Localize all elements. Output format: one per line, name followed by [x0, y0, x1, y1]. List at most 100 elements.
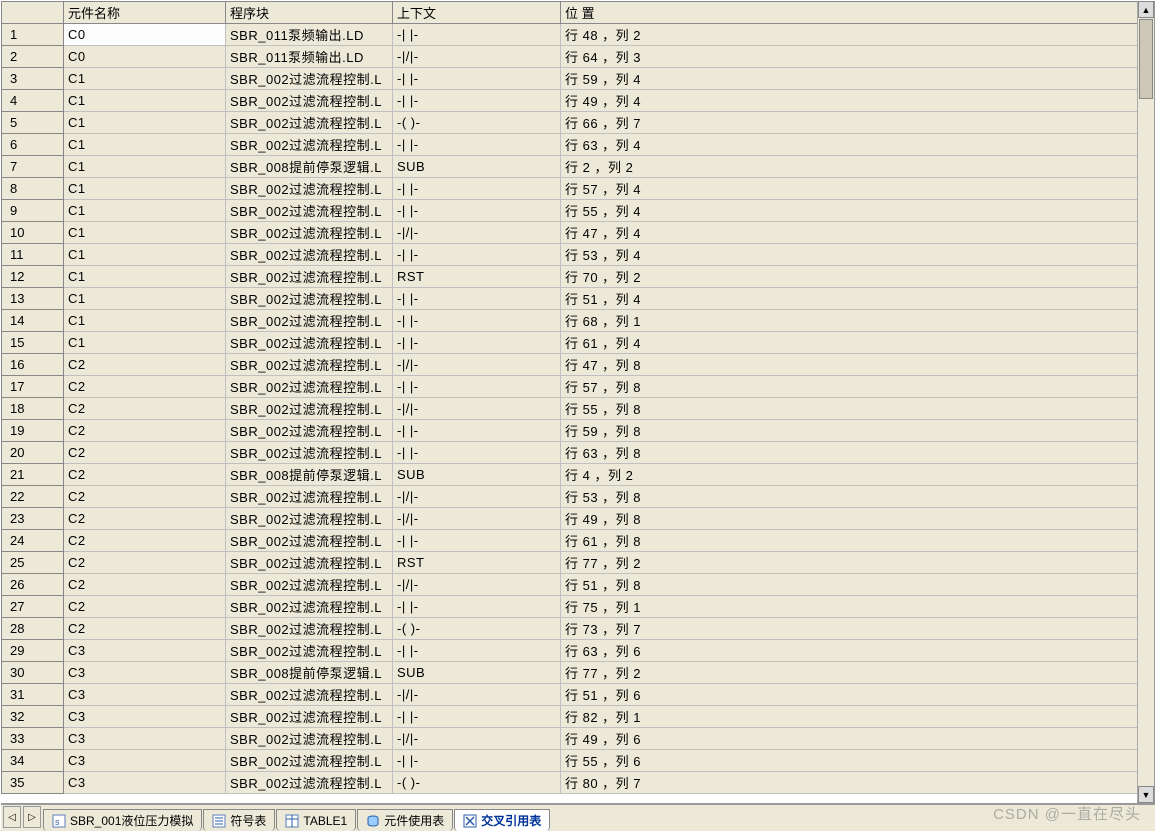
- cell-ctx[interactable]: RST: [393, 266, 561, 288]
- cell-name[interactable]: C1: [64, 222, 226, 244]
- cell-ctx[interactable]: -|/|-: [393, 398, 561, 420]
- cell-pos[interactable]: 行 77 ，列 2: [561, 552, 1154, 574]
- row-number[interactable]: 9: [2, 200, 64, 222]
- cell-block[interactable]: SBR_011泵频输出.LD: [226, 46, 393, 68]
- table-row[interactable]: 21C2SBR_008提前停泵逻辑.LSUB行 4 ，列 2: [2, 464, 1154, 486]
- table-row[interactable]: 3C1SBR_002过滤流程控制.L-| |-行 59 ，列 4: [2, 68, 1154, 90]
- cell-ctx[interactable]: -| |-: [393, 310, 561, 332]
- cell-name[interactable]: C1: [64, 332, 226, 354]
- cell-block[interactable]: SBR_002过滤流程控制.L: [226, 772, 393, 794]
- cell-name[interactable]: C2: [64, 442, 226, 464]
- row-number[interactable]: 7: [2, 156, 64, 178]
- table-row[interactable]: 17C2SBR_002过滤流程控制.L-| |-行 57 ，列 8: [2, 376, 1154, 398]
- cell-ctx[interactable]: -|/|-: [393, 684, 561, 706]
- cell-name[interactable]: C2: [64, 420, 226, 442]
- cell-ctx[interactable]: SUB: [393, 662, 561, 684]
- cell-pos[interactable]: 行 63 ，列 4: [561, 134, 1154, 156]
- cell-ctx[interactable]: RST: [393, 552, 561, 574]
- row-number[interactable]: 11: [2, 244, 64, 266]
- cell-block[interactable]: SBR_008提前停泵逻辑.L: [226, 156, 393, 178]
- cell-ctx[interactable]: -( )-: [393, 618, 561, 640]
- cell-pos[interactable]: 行 55 ，列 4: [561, 200, 1154, 222]
- cell-block[interactable]: SBR_002过滤流程控制.L: [226, 68, 393, 90]
- cell-name[interactable]: C3: [64, 750, 226, 772]
- cell-block[interactable]: SBR_002过滤流程控制.L: [226, 574, 393, 596]
- cell-pos[interactable]: 行 57 ，列 4: [561, 178, 1154, 200]
- cell-block[interactable]: SBR_002过滤流程控制.L: [226, 288, 393, 310]
- table-row[interactable]: 30C3SBR_008提前停泵逻辑.LSUB行 77 ，列 2: [2, 662, 1154, 684]
- table-row[interactable]: 6C1SBR_002过滤流程控制.L-| |-行 63 ，列 4: [2, 134, 1154, 156]
- cell-pos[interactable]: 行 61 ，列 8: [561, 530, 1154, 552]
- row-number[interactable]: 15: [2, 332, 64, 354]
- corner-cell[interactable]: [2, 2, 64, 24]
- table-row[interactable]: 12C1SBR_002过滤流程控制.LRST行 70 ，列 2: [2, 266, 1154, 288]
- cell-pos[interactable]: 行 63 ，列 6: [561, 640, 1154, 662]
- cell-name[interactable]: C1: [64, 288, 226, 310]
- cell-name[interactable]: C1: [64, 310, 226, 332]
- row-number[interactable]: 5: [2, 112, 64, 134]
- cell-name[interactable]: C2: [64, 508, 226, 530]
- cell-ctx[interactable]: -| |-: [393, 288, 561, 310]
- cell-block[interactable]: SBR_002过滤流程控制.L: [226, 222, 393, 244]
- row-number[interactable]: 26: [2, 574, 64, 596]
- cell-name[interactable]: C2: [64, 354, 226, 376]
- table-row[interactable]: 4C1SBR_002过滤流程控制.L-| |-行 49 ，列 4: [2, 90, 1154, 112]
- col-header-name[interactable]: 元件名称: [64, 2, 226, 24]
- table-row[interactable]: 31C3SBR_002过滤流程控制.L-|/|-行 51 ，列 6: [2, 684, 1154, 706]
- row-number[interactable]: 32: [2, 706, 64, 728]
- table-row[interactable]: 35C3SBR_002过滤流程控制.L-( )-行 80 ，列 7: [2, 772, 1154, 794]
- table-row[interactable]: 16C2SBR_002过滤流程控制.L-|/|-行 47 ，列 8: [2, 354, 1154, 376]
- row-number[interactable]: 31: [2, 684, 64, 706]
- tab-ladder[interactable]: sSBR_001液位压力模拟: [43, 809, 202, 831]
- cell-block[interactable]: SBR_002过滤流程控制.L: [226, 508, 393, 530]
- cell-ctx[interactable]: -| |-: [393, 640, 561, 662]
- row-number[interactable]: 29: [2, 640, 64, 662]
- table-row[interactable]: 5C1SBR_002过滤流程控制.L-( )-行 66 ，列 7: [2, 112, 1154, 134]
- cell-pos[interactable]: 行 61 ，列 4: [561, 332, 1154, 354]
- cell-ctx[interactable]: -| |-: [393, 706, 561, 728]
- row-number[interactable]: 25: [2, 552, 64, 574]
- table-row[interactable]: 26C2SBR_002过滤流程控制.L-|/|-行 51 ，列 8: [2, 574, 1154, 596]
- cell-block[interactable]: SBR_002过滤流程控制.L: [226, 684, 393, 706]
- cell-pos[interactable]: 行 2 ，列 2: [561, 156, 1154, 178]
- cell-name[interactable]: C2: [64, 376, 226, 398]
- cell-name[interactable]: C3: [64, 728, 226, 750]
- row-number[interactable]: 13: [2, 288, 64, 310]
- cell-ctx[interactable]: SUB: [393, 464, 561, 486]
- row-number[interactable]: 21: [2, 464, 64, 486]
- cell-pos[interactable]: 行 82 ，列 1: [561, 706, 1154, 728]
- cell-name[interactable]: C2: [64, 596, 226, 618]
- row-number[interactable]: 10: [2, 222, 64, 244]
- cell-block[interactable]: SBR_008提前停泵逻辑.L: [226, 464, 393, 486]
- row-number[interactable]: 19: [2, 420, 64, 442]
- vertical-scrollbar[interactable]: ▲ ▼: [1137, 1, 1154, 803]
- cell-pos[interactable]: 行 47 ，列 4: [561, 222, 1154, 244]
- cell-block[interactable]: SBR_002过滤流程控制.L: [226, 112, 393, 134]
- cell-block[interactable]: SBR_002过滤流程控制.L: [226, 310, 393, 332]
- row-number[interactable]: 3: [2, 68, 64, 90]
- tab-table[interactable]: TABLE1: [276, 809, 356, 831]
- cell-name[interactable]: C2: [64, 552, 226, 574]
- tab-xref[interactable]: 交叉引用表: [454, 809, 550, 831]
- scroll-up-icon[interactable]: ▲: [1138, 1, 1154, 18]
- cell-ctx[interactable]: -| |-: [393, 200, 561, 222]
- cell-block[interactable]: SBR_002过滤流程控制.L: [226, 134, 393, 156]
- cell-ctx[interactable]: -|/|-: [393, 222, 561, 244]
- table-row[interactable]: 18C2SBR_002过滤流程控制.L-|/|-行 55 ，列 8: [2, 398, 1154, 420]
- cell-name[interactable]: C0: [64, 24, 226, 46]
- cell-pos[interactable]: 行 4 ，列 2: [561, 464, 1154, 486]
- cell-block[interactable]: SBR_011泵频输出.LD: [226, 24, 393, 46]
- cell-pos[interactable]: 行 53 ，列 8: [561, 486, 1154, 508]
- scroll-down-icon[interactable]: ▼: [1138, 786, 1154, 803]
- col-header-position[interactable]: 位 置: [561, 2, 1154, 24]
- table-row[interactable]: 25C2SBR_002过滤流程控制.LRST行 77 ，列 2: [2, 552, 1154, 574]
- cell-block[interactable]: SBR_002过滤流程控制.L: [226, 244, 393, 266]
- cell-block[interactable]: SBR_002过滤流程控制.L: [226, 750, 393, 772]
- row-number[interactable]: 30: [2, 662, 64, 684]
- cell-name[interactable]: C3: [64, 772, 226, 794]
- cell-name[interactable]: C3: [64, 684, 226, 706]
- row-number[interactable]: 14: [2, 310, 64, 332]
- cell-pos[interactable]: 行 47 ，列 8: [561, 354, 1154, 376]
- cell-block[interactable]: SBR_002过滤流程控制.L: [226, 618, 393, 640]
- cell-pos[interactable]: 行 49 ，列 6: [561, 728, 1154, 750]
